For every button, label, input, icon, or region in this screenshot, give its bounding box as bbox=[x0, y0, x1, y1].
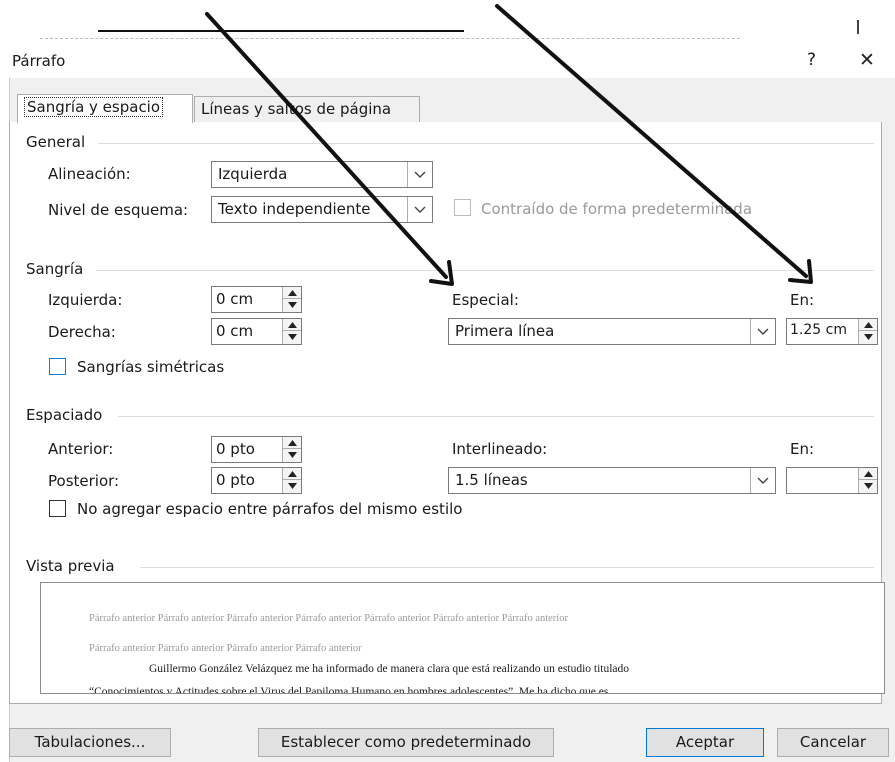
cancelar-button[interactable]: Cancelar bbox=[777, 728, 889, 757]
document-background bbox=[0, 0, 895, 42]
derecha-label: Derecha: bbox=[48, 323, 116, 341]
spin-up-icon[interactable] bbox=[283, 468, 301, 480]
chevron-down-icon[interactable] bbox=[750, 319, 775, 344]
aceptar-button[interactable]: Aceptar bbox=[646, 728, 764, 757]
no-agregar-checkbox[interactable] bbox=[49, 500, 66, 517]
en-spinner-sangria[interactable]: 1.25 cm bbox=[786, 318, 878, 345]
establecer-predeterminado-button[interactable]: Establecer como predeterminado bbox=[258, 728, 554, 757]
spin-down-icon[interactable] bbox=[283, 331, 301, 343]
preview-line: Guillermo González Velázquez me ha infor… bbox=[149, 663, 630, 675]
contraido-label: Contraído de forma predeterminada bbox=[481, 200, 753, 218]
document-text-fragment bbox=[857, 20, 863, 34]
simetricas-checkbox[interactable] bbox=[49, 358, 66, 375]
derecha-value: 0 cm bbox=[216, 322, 254, 340]
interlineado-select[interactable]: 1.5 líneas bbox=[448, 467, 776, 494]
tab-lineas-saltos-label: Líneas y saltos de página bbox=[201, 100, 392, 118]
nivel-select[interactable]: Texto independiente bbox=[211, 196, 433, 223]
posterior-value: 0 pto bbox=[216, 471, 255, 489]
especial-value: Primera línea bbox=[455, 322, 555, 340]
derecha-spinner[interactable]: 0 cm bbox=[211, 318, 302, 345]
spin-down-icon[interactable] bbox=[859, 480, 877, 492]
group-sangria-divider bbox=[96, 270, 874, 271]
spinner-buttons bbox=[858, 468, 877, 493]
posterior-label: Posterior: bbox=[48, 472, 120, 490]
preview-line: “Conocimientos y Actitudes sobre el Viru… bbox=[89, 686, 609, 694]
en-label-sangria: En: bbox=[790, 291, 815, 309]
en-label-espaciado: En: bbox=[790, 440, 815, 458]
anterior-value: 0 pto bbox=[216, 440, 255, 458]
anterior-label: Anterior: bbox=[48, 440, 114, 458]
simetricas-label: Sangrías simétricas bbox=[77, 358, 225, 376]
spin-up-icon[interactable] bbox=[283, 437, 301, 449]
especial-label: Especial: bbox=[452, 291, 519, 309]
en-value-sangria: 1.25 cm bbox=[790, 322, 847, 338]
group-vista-previa-title: Vista previa bbox=[26, 557, 115, 575]
anterior-spinner[interactable]: 0 pto bbox=[211, 436, 302, 463]
help-button[interactable]: ? bbox=[807, 50, 816, 70]
spin-up-icon[interactable] bbox=[859, 468, 877, 480]
group-general-title: General bbox=[26, 133, 86, 151]
posterior-spinner[interactable]: 0 pto bbox=[211, 467, 302, 494]
izquierda-label: Izquierda: bbox=[48, 291, 123, 309]
spinner-buttons bbox=[858, 319, 877, 344]
chevron-down-icon[interactable] bbox=[407, 162, 432, 187]
especial-select[interactable]: Primera línea bbox=[448, 318, 776, 345]
spin-up-icon[interactable] bbox=[859, 319, 877, 331]
group-vista-previa-divider bbox=[140, 567, 874, 568]
group-espaciado-divider bbox=[118, 416, 874, 417]
close-button[interactable]: ✕ bbox=[859, 49, 875, 71]
tab-sangria-espacio[interactable]: Sangría y espacio bbox=[17, 94, 193, 123]
contraido-checkbox bbox=[454, 199, 471, 216]
document-underline-fragment bbox=[98, 30, 464, 32]
chevron-down-icon[interactable] bbox=[750, 468, 775, 493]
interlineado-label: Interlineado: bbox=[452, 440, 548, 458]
preview-box: Párrafo anterior Párrafo anterior Párraf… bbox=[40, 582, 885, 694]
spinner-buttons bbox=[282, 437, 301, 462]
document-text-fragment bbox=[40, 38, 740, 40]
spin-up-icon[interactable] bbox=[283, 287, 301, 299]
spin-down-icon[interactable] bbox=[283, 480, 301, 492]
spin-down-icon[interactable] bbox=[283, 299, 301, 311]
izquierda-value: 0 cm bbox=[216, 290, 254, 308]
izquierda-spinner[interactable]: 0 cm bbox=[211, 286, 302, 313]
no-agregar-label: No agregar espacio entre párrafos del mi… bbox=[77, 500, 463, 518]
spinner-buttons bbox=[282, 287, 301, 312]
spin-down-icon[interactable] bbox=[859, 331, 877, 343]
preview-line: Párrafo anterior Párrafo anterior Párraf… bbox=[89, 643, 362, 654]
alineacion-label: Alineación: bbox=[48, 165, 131, 183]
dialog-titlebar bbox=[9, 42, 895, 78]
tab-lineas-saltos[interactable]: Líneas y saltos de página bbox=[194, 96, 420, 122]
chevron-down-icon[interactable] bbox=[407, 197, 432, 222]
dialog-title: Párrafo bbox=[12, 52, 66, 70]
spinner-buttons bbox=[282, 468, 301, 493]
en-spinner-espaciado[interactable] bbox=[786, 467, 878, 494]
group-general-divider bbox=[98, 143, 874, 144]
tabulaciones-button[interactable]: Tabulaciones... bbox=[9, 728, 171, 757]
alineacion-value: Izquierda bbox=[218, 165, 288, 183]
interlineado-value: 1.5 líneas bbox=[455, 471, 528, 489]
spin-down-icon[interactable] bbox=[283, 449, 301, 461]
spinner-buttons bbox=[282, 319, 301, 344]
alineacion-select[interactable]: Izquierda bbox=[211, 161, 433, 188]
group-sangria-title: Sangría bbox=[26, 260, 84, 278]
nivel-value: Texto independiente bbox=[218, 200, 371, 218]
nivel-label: Nivel de esquema: bbox=[48, 201, 189, 219]
group-espaciado-title: Espaciado bbox=[26, 406, 103, 424]
tab-sangria-espacio-label: Sangría y espacio bbox=[24, 97, 164, 117]
spin-up-icon[interactable] bbox=[283, 319, 301, 331]
preview-line: Párrafo anterior Párrafo anterior Párraf… bbox=[89, 613, 568, 624]
